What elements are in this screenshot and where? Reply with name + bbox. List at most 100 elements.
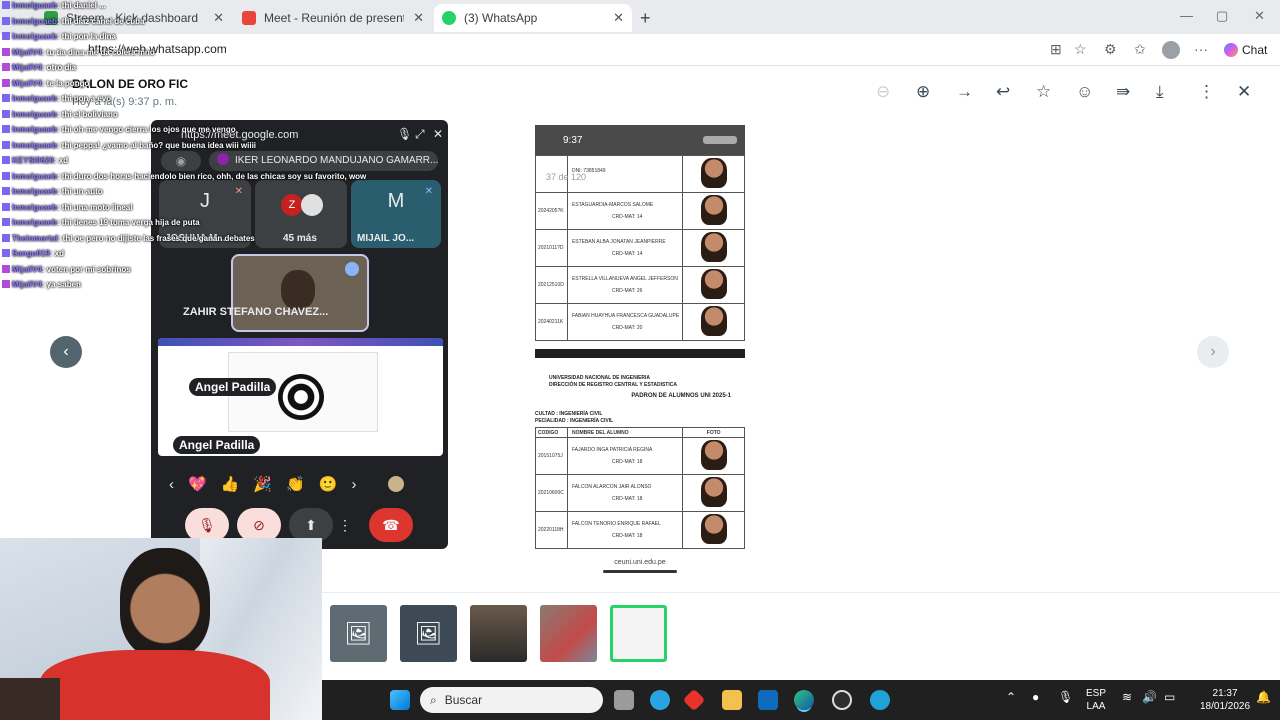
student-photo (682, 155, 745, 193)
bookmark-star-icon[interactable]: ☆ (1074, 41, 1087, 58)
wifi-icon[interactable]: ≋ (1122, 691, 1132, 704)
media-thumbnail[interactable]: 🖼 (330, 605, 387, 662)
battery-icon[interactable]: ▭ (1164, 691, 1175, 704)
window-close-button[interactable]: ✕ (1254, 8, 1265, 24)
party-reaction-icon[interactable]: 🎉 (253, 475, 272, 493)
favorites-icon[interactable]: ✩ (1134, 41, 1146, 58)
extension-icon[interactable]: ⚙ (1104, 41, 1117, 58)
phone-browser-footer: ceuni.uni.edu.pe (535, 552, 745, 580)
chat-badge-icon (2, 16, 10, 25)
minimize-button[interactable]: — (1180, 8, 1193, 23)
image-icon: 🖼 (414, 620, 443, 646)
star-icon[interactable]: ☆ (1036, 82, 1051, 102)
more-options-button[interactable]: ⋮ (335, 508, 355, 542)
chat-badge-icon (2, 280, 10, 288)
close-icon[interactable]: ✕ (413, 10, 424, 26)
react-emoji-icon[interactable]: ☺ (1076, 82, 1093, 102)
chat-badge-icon (2, 249, 10, 257)
chat-text: : thi tienes 19 toma verga hija de puta (56, 218, 200, 227)
weather-app-icon[interactable] (650, 690, 670, 710)
microsoft-store-icon[interactable] (758, 690, 778, 710)
more-options-icon[interactable]: ⋮ (1198, 82, 1215, 102)
reactions-next-icon[interactable]: › (351, 476, 356, 493)
media-thumbnail[interactable] (540, 605, 597, 662)
heart-reaction-icon[interactable]: 💖 (188, 475, 207, 493)
clap-reaction-icon[interactable]: 👏 (286, 475, 305, 493)
direction-name: DIRECCIÓN DE REGISTRO CENTRAL Y ESTADIST… (549, 382, 677, 388)
chat-text: : otro dia (41, 63, 77, 72)
padron-page: UNIVERSIDAD NACIONAL DE INGENIERIA DIREC… (535, 375, 745, 549)
present-screen-button[interactable]: ⬆ (289, 508, 333, 542)
close-viewer-icon[interactable]: ✕ (1237, 82, 1251, 102)
previous-media-button[interactable]: ‹ (50, 336, 82, 368)
language-indicator[interactable]: ESP LAA (1086, 687, 1106, 713)
peacock-emblem (278, 374, 324, 420)
student-name-text: FAJARDO INGA PATRICIA REGINA (571, 447, 653, 453)
zoom-in-icon[interactable]: ⊕ (916, 82, 930, 102)
camera-off-button[interactable]: ⊘ (237, 508, 281, 542)
maximize-button[interactable]: ▢ (1216, 8, 1228, 24)
chat-username: MijailV4 (12, 63, 42, 72)
tab-title: (3) WhatsApp (464, 11, 538, 25)
profile-avatar[interactable] (1162, 41, 1180, 59)
new-tab-button[interactable]: + (640, 8, 651, 29)
chevron-left-icon: ‹ (63, 343, 69, 360)
student-photo (682, 474, 745, 512)
pinned-app-icon[interactable] (870, 690, 890, 710)
tab-whatsapp[interactable]: (3) WhatsApp ✕ (434, 4, 632, 32)
chat-message: Inmolguaeb: thi oh me vengo cierra los o… (2, 122, 342, 138)
smile-reaction-icon[interactable]: 🙂 (319, 475, 338, 493)
participant-tile[interactable]: M MIJAIL JO... ✕ (351, 180, 441, 248)
reply-icon[interactable]: ↩ (996, 82, 1010, 102)
red-app-icon[interactable] (682, 688, 706, 712)
chat-username: MijailV4 (12, 280, 42, 289)
chat-text: : thi un auto (56, 187, 103, 196)
student-credits: CRD-MAT: 26 (611, 288, 643, 294)
go-to-message-icon[interactable]: → (956, 82, 973, 102)
microphone-icon[interactable]: 🎙 (1058, 691, 1073, 704)
taskbar-search[interactable]: ⌕ Buscar (420, 687, 603, 713)
media-thumbnail[interactable]: 🖼 (400, 605, 457, 662)
skin-tone-icon[interactable] (388, 476, 405, 492)
obs-app-icon[interactable] (832, 690, 852, 710)
chat-username: Theinmortal (12, 233, 58, 243)
volume-icon[interactable]: 🔊 (1142, 691, 1157, 704)
app-tray-icon[interactable]: ● (1032, 691, 1039, 704)
mute-mic-button[interactable]: 🎙 (185, 508, 229, 542)
chat-text: : ya saben (41, 280, 81, 289)
copilot-chat-button[interactable]: Chat (1224, 43, 1267, 57)
chevron-right-icon: › (1210, 343, 1216, 360)
leave-call-button[interactable]: ☎ (369, 508, 413, 542)
chat-text: : xd (53, 156, 69, 165)
thumbs-up-reaction-icon[interactable]: 👍 (221, 475, 240, 493)
search-icon: ⌕ (430, 692, 437, 707)
more-menu-icon[interactable]: ··· (1194, 41, 1208, 57)
clock[interactable]: 21:37 18/01/2026 (1200, 687, 1250, 713)
reactions-prev-icon[interactable]: ‹ (169, 476, 174, 493)
task-view-icon[interactable] (614, 690, 634, 710)
speaking-indicator-icon (345, 262, 359, 276)
student-name-text: DNI: 73851849 (571, 168, 606, 174)
close-icon[interactable]: ✕ (613, 10, 624, 26)
padron-title: PADRON DE ALUMNOS UNI 2025-1 (631, 393, 731, 399)
windows-start-icon[interactable] (390, 690, 410, 710)
media-thumbnail[interactable] (470, 605, 527, 662)
edge-browser-icon[interactable] (794, 690, 814, 710)
student-credits: CRD-MAT: 18 (611, 496, 643, 502)
close-pip-icon[interactable]: ✕ (433, 127, 443, 141)
zoom-out-icon[interactable]: ⊖ (876, 82, 890, 102)
forward-icon[interactable]: ⇛ (1116, 82, 1130, 102)
expand-icon[interactable]: ⤢ (415, 127, 425, 142)
media-thumbnail-selected[interactable] (610, 605, 667, 662)
show-hidden-icons-icon[interactable]: ⌃ (1006, 691, 1016, 704)
chat-username: Inmolguaeb (12, 16, 57, 26)
whatsapp-favicon-icon (442, 11, 456, 25)
clock-time: 21:37 (1212, 688, 1238, 699)
phone-time: 9:37 (563, 135, 583, 146)
next-media-button[interactable]: › (1197, 336, 1229, 368)
apps-icon[interactable]: ⊞ (1050, 41, 1062, 58)
notifications-icon[interactable]: 🔔 (1256, 691, 1271, 704)
chat-badge-icon (2, 32, 10, 40)
file-explorer-icon[interactable] (722, 690, 742, 710)
download-icon[interactable]: ⤓ (1156, 82, 1164, 102)
